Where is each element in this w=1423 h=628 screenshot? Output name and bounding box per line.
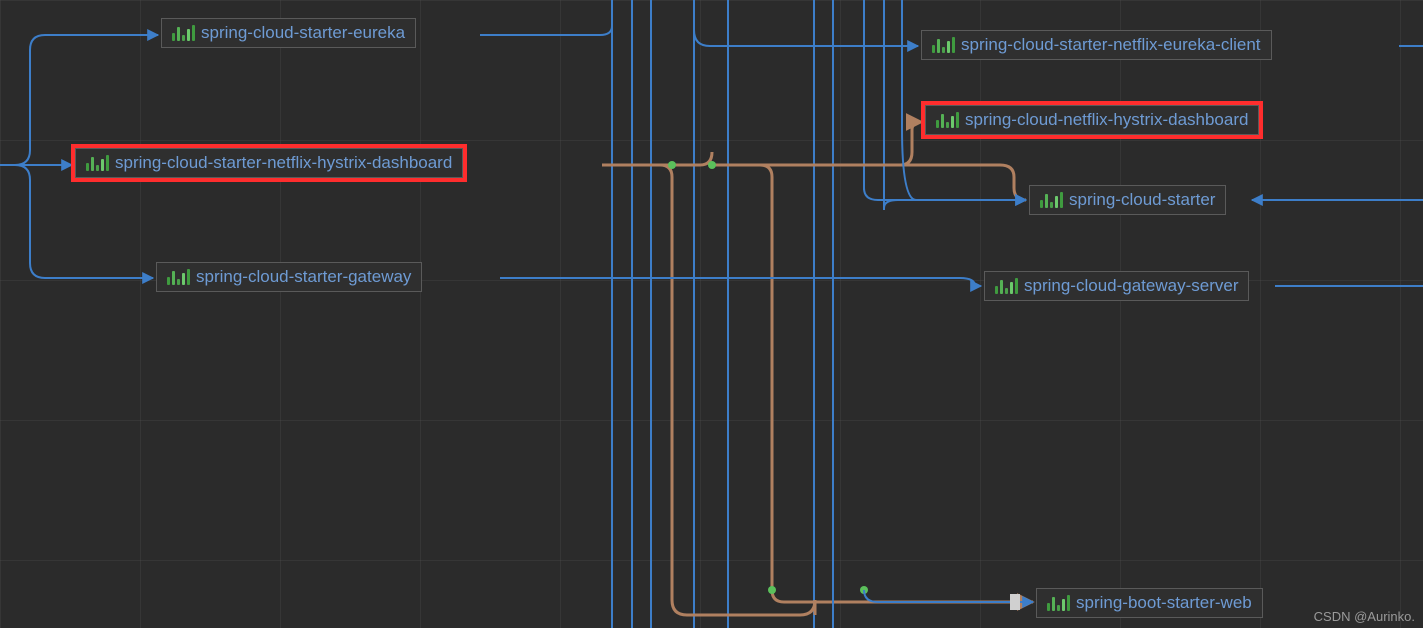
node-spring-cloud-gateway-server[interactable]: spring-cloud-gateway-server [984, 271, 1249, 301]
module-icon [936, 112, 959, 128]
module-icon [1040, 192, 1063, 208]
dependency-edges [0, 0, 1423, 628]
node-spring-cloud-starter[interactable]: spring-cloud-starter [1029, 185, 1226, 215]
module-icon [1047, 595, 1070, 611]
node-label: spring-cloud-starter-gateway [196, 267, 411, 287]
node-spring-cloud-netflix-hystrix-dashboard[interactable]: spring-cloud-netflix-hystrix-dashboard [925, 105, 1259, 135]
node-spring-cloud-starter-netflix-hystrix-dashboard[interactable]: spring-cloud-starter-netflix-hystrix-das… [75, 148, 463, 178]
node-label: spring-cloud-starter-eureka [201, 23, 405, 43]
watermark: CSDN @Aurinko. [1314, 609, 1415, 624]
node-spring-cloud-starter-netflix-eureka-client[interactable]: spring-cloud-starter-netflix-eureka-clie… [921, 30, 1272, 60]
module-icon [167, 269, 190, 285]
module-icon [172, 25, 195, 41]
module-icon [995, 278, 1018, 294]
node-label: spring-cloud-starter [1069, 190, 1215, 210]
module-icon [932, 37, 955, 53]
node-label: spring-cloud-netflix-hystrix-dashboard [965, 110, 1248, 130]
node-spring-cloud-starter-eureka[interactable]: spring-cloud-starter-eureka [161, 18, 416, 48]
background-grid [0, 0, 1423, 628]
node-label: spring-boot-starter-web [1076, 593, 1252, 613]
node-label: spring-cloud-starter-netflix-eureka-clie… [961, 35, 1261, 55]
module-icon [86, 155, 109, 171]
node-spring-boot-starter-web[interactable]: spring-boot-starter-web [1036, 588, 1263, 618]
node-label: spring-cloud-gateway-server [1024, 276, 1238, 296]
node-spring-cloud-starter-gateway[interactable]: spring-cloud-starter-gateway [156, 262, 422, 292]
node-label: spring-cloud-starter-netflix-hystrix-das… [115, 153, 452, 173]
